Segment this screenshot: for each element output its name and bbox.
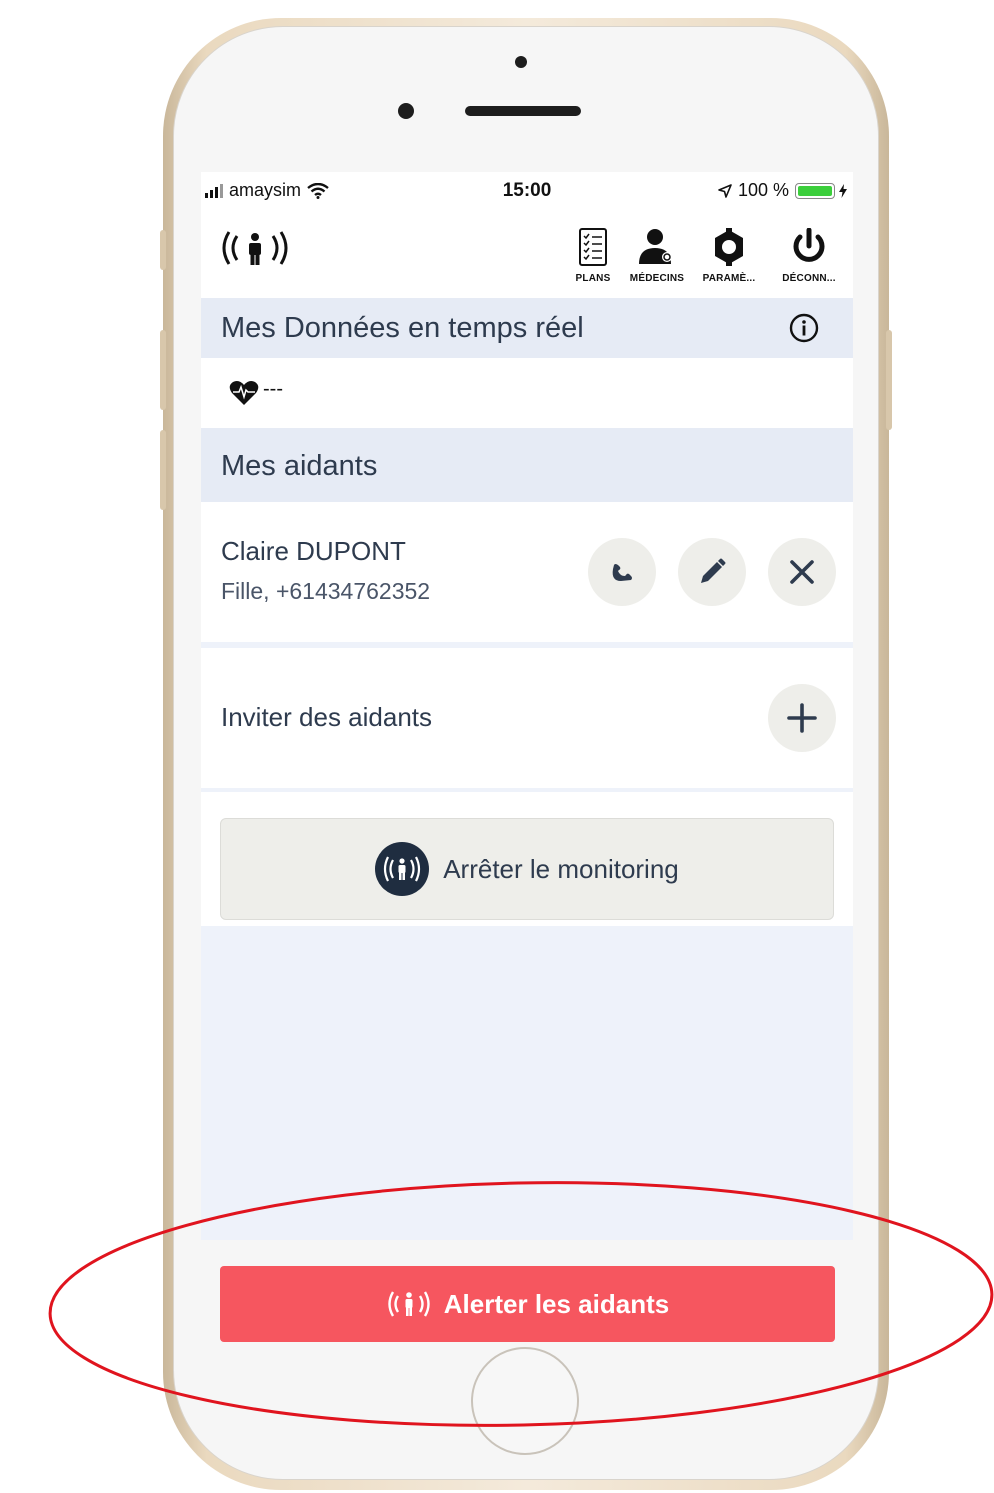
highlight-ellipse <box>48 1181 994 1427</box>
